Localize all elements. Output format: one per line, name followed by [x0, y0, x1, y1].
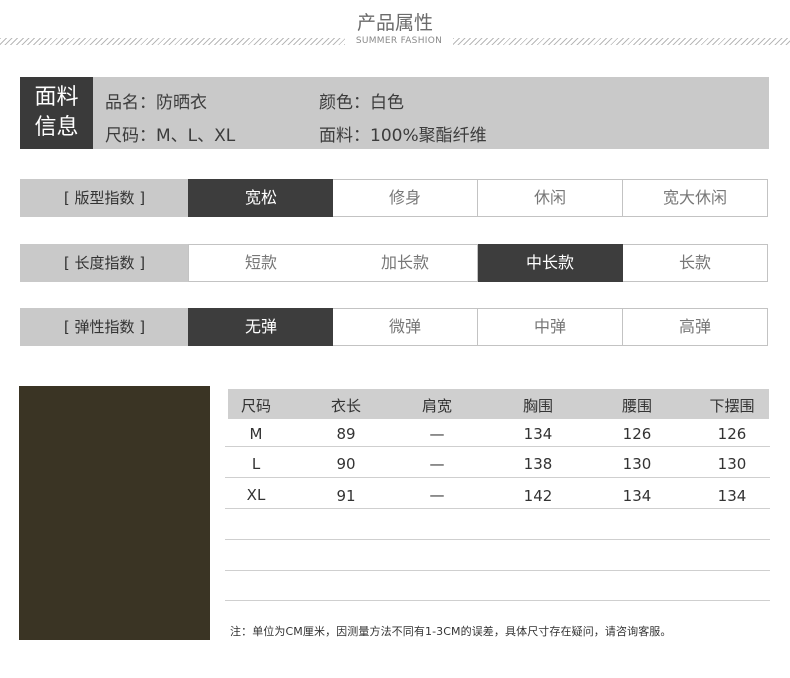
- table-cell-chest-m: 134: [523, 425, 553, 443]
- table-header-shoulder: 肩宽: [421, 397, 452, 415]
- size-table-header: [228, 389, 769, 419]
- table-cell-size-xl: XL: [246, 486, 266, 504]
- table-cell-hem-m: 126: [717, 425, 747, 443]
- fit-option-wide-casual: 宽大休闲: [623, 179, 768, 217]
- fabric-info-label: 面料 信息: [20, 77, 93, 149]
- fabric-info-label-line1: 面料: [34, 85, 79, 110]
- product-name: 品名：防晒衣: [105, 93, 207, 113]
- elasticity-option-none: 无弹: [188, 308, 334, 346]
- table-row-divider: [225, 508, 770, 509]
- table-cell-hem-l: 130: [717, 455, 747, 473]
- table-cell-shoulder-xl: —: [429, 486, 445, 504]
- table-cell-chest-xl: 142: [523, 487, 553, 505]
- product-color: 颜色：白色: [319, 93, 404, 113]
- length-index-label: [ 长度指数 ]: [20, 244, 189, 282]
- table-row-divider: [225, 600, 770, 601]
- elasticity-option-medium: 中弹: [478, 308, 623, 346]
- table-row-divider: [225, 446, 770, 447]
- table-cell-hem-xl: 134: [717, 487, 747, 505]
- table-header-waist: 腰围: [621, 397, 652, 415]
- hatch-divider-left: [0, 38, 345, 45]
- table-header-chest: 胸围: [522, 397, 553, 415]
- length-option-extended: 加长款: [333, 244, 478, 282]
- product-fabric: 面料：100%聚酯纤维: [319, 126, 487, 146]
- measurement-note: 注：单位为CM厘米，因测量方法不同有1-3CM的误差，具体尺寸存在疑问，请咨询客…: [230, 625, 672, 638]
- table-header-length: 衣长: [330, 397, 361, 415]
- elasticity-option-slight: 微弹: [333, 308, 478, 346]
- table-cell-size-l: L: [251, 455, 261, 473]
- table-row-divider: [225, 570, 770, 571]
- section-title: 产品属性: [356, 12, 433, 34]
- fit-option-slim: 修身: [333, 179, 478, 217]
- table-cell-waist-m: 126: [622, 425, 652, 443]
- hatch-divider-right: [453, 38, 790, 45]
- length-option-short: 短款: [188, 244, 334, 282]
- elasticity-index-row: [ 弹性指数 ] 无弹 微弹 中弹 高弹: [20, 308, 768, 346]
- fit-option-casual: 休闲: [478, 179, 623, 217]
- table-cell-waist-l: 130: [622, 455, 652, 473]
- fit-option-loose: 宽松: [188, 179, 334, 217]
- length-option-mid-long: 中长款: [478, 244, 623, 282]
- table-cell-length-l: 90: [336, 455, 356, 473]
- table-cell-length-m: 89: [336, 425, 356, 443]
- elasticity-option-high: 高弹: [623, 308, 768, 346]
- length-option-long: 长款: [623, 244, 768, 282]
- product-sizes: 尺码：M、L、XL: [105, 126, 236, 146]
- table-row-divider: [225, 477, 770, 478]
- table-cell-size-m: M: [249, 425, 263, 443]
- table-cell-length-xl: 91: [336, 487, 356, 505]
- table-row-divider: [225, 539, 770, 540]
- table-cell-waist-xl: 134: [622, 487, 652, 505]
- fit-index-label: [ 版型指数 ]: [20, 179, 189, 217]
- fit-index-row: [ 版型指数 ] 宽松 修身 休闲 宽大休闲: [20, 179, 768, 217]
- elasticity-index-label: [ 弹性指数 ]: [20, 308, 189, 346]
- table-header-hem: 下摆围: [709, 397, 755, 415]
- fabric-info-label-line2: 信息: [34, 115, 79, 140]
- table-header-size: 尺码: [240, 397, 271, 415]
- table-cell-shoulder-l: —: [429, 455, 445, 473]
- section-subtitle: SUMMER FASHION: [345, 36, 453, 46]
- product-photo: [19, 386, 210, 640]
- table-cell-shoulder-m: —: [429, 425, 445, 443]
- length-index-row: [ 长度指数 ] 短款 加长款 中长款 长款: [20, 244, 768, 282]
- table-cell-chest-l: 138: [523, 455, 553, 473]
